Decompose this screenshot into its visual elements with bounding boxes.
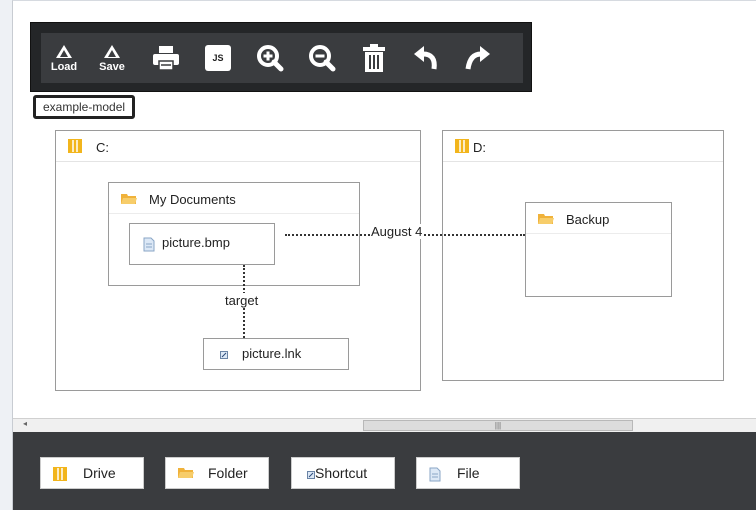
shortcut-node-picture-lnk[interactable]: picture.lnk: [203, 338, 349, 370]
drive-header: D:: [443, 131, 723, 162]
palette-file[interactable]: File: [416, 457, 520, 489]
folder-icon: [121, 194, 137, 204]
drive-download-icon: [104, 44, 120, 58]
drive-icon: [68, 139, 82, 153]
palette-shortcut-label: Shortcut: [315, 465, 368, 481]
printer-icon: [153, 46, 179, 71]
drive-icon: [53, 467, 67, 481]
palette-drive[interactable]: Drive: [40, 457, 144, 489]
save-label: Save: [99, 60, 125, 73]
scroll-left-icon[interactable]: ◂: [23, 419, 27, 428]
shortcut-icon: [307, 471, 315, 479]
model-name-label[interactable]: example-model: [33, 95, 136, 119]
file-node-picture-bmp[interactable]: picture.bmp: [129, 223, 275, 265]
folder-icon: [538, 214, 554, 224]
export-js-button[interactable]: JS: [195, 33, 241, 83]
folder-header: Backup: [526, 203, 671, 234]
save-button[interactable]: Save: [89, 33, 135, 83]
toolbar: Load Save JS: [30, 22, 532, 92]
shortcut-icon: [220, 351, 228, 359]
link-label-date: August 4: [370, 224, 424, 239]
print-button[interactable]: [143, 33, 189, 83]
zoom-out-button[interactable]: [299, 33, 345, 83]
load-label: Load: [50, 60, 78, 73]
scrollbar-thumb[interactable]: |||: [363, 420, 633, 431]
folder-label: Backup: [566, 212, 610, 227]
js-icon: JS: [205, 45, 231, 71]
folder-label: My Documents: [149, 192, 236, 207]
drive-upload-icon: [56, 44, 72, 58]
folder-node-backup[interactable]: Backup: [525, 202, 672, 297]
drive-label: D:: [473, 140, 486, 155]
folder-icon: [178, 468, 194, 478]
undo-icon: [414, 46, 437, 70]
palette-drive-label: Drive: [83, 465, 116, 481]
palette-folder-label: Folder: [208, 465, 248, 481]
file-icon: [143, 237, 155, 252]
trash-icon: [363, 44, 385, 72]
link-label-target: target: [224, 293, 260, 308]
palette-folder[interactable]: Folder: [165, 457, 269, 489]
drive-icon: [455, 139, 469, 153]
zoom-in-button[interactable]: [247, 33, 293, 83]
redo-button[interactable]: [455, 33, 501, 83]
zoom-out-icon: [309, 45, 336, 72]
file-icon: [429, 467, 441, 482]
shortcut-label: picture.lnk: [242, 346, 302, 361]
palette-shortcut[interactable]: Shortcut: [291, 457, 395, 489]
redo-icon: [465, 46, 490, 70]
node-palette: Drive Folder Shortcut File: [13, 432, 756, 510]
file-label: picture.bmp: [162, 235, 230, 250]
zoom-in-icon: [257, 45, 284, 72]
delete-button[interactable]: [351, 33, 397, 83]
load-button[interactable]: Load: [41, 33, 87, 83]
drive-label: C:: [96, 140, 109, 155]
palette-file-label: File: [457, 465, 480, 481]
drive-header: C:: [56, 131, 420, 162]
folder-header: My Documents: [109, 183, 359, 214]
diagram-canvas[interactable]: C: D: My Documents picture.bmp Backup pi…: [13, 120, 756, 418]
undo-button[interactable]: [403, 33, 449, 83]
